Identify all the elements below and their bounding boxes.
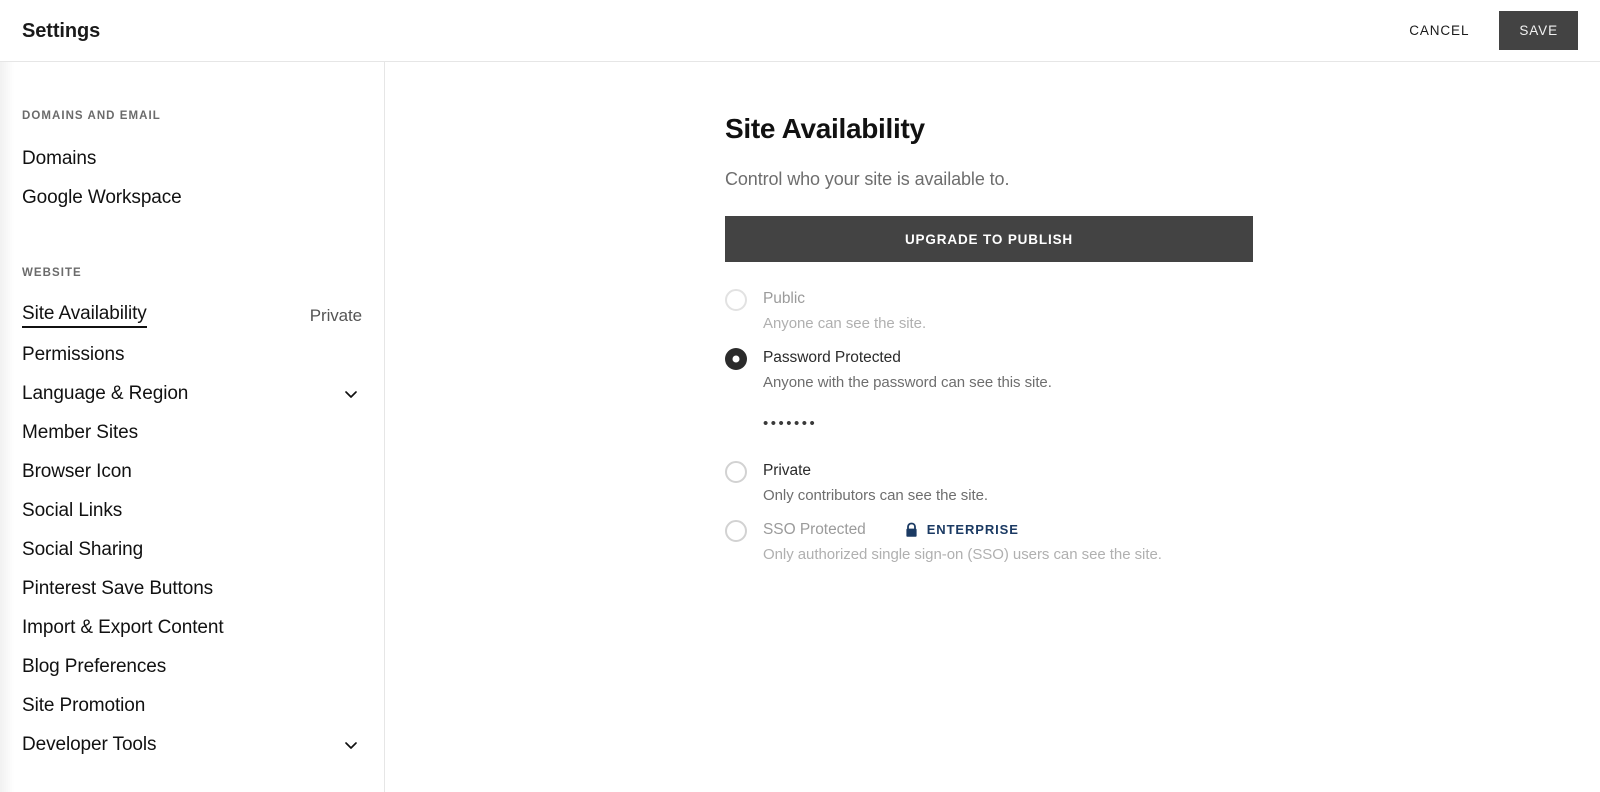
settings-sidebar: DOMAINS AND EMAIL Domains Google Workspa… (0, 62, 385, 792)
sidebar-item-label: Developer Tools (22, 734, 157, 755)
sidebar-item-domains[interactable]: Domains (0, 139, 384, 178)
option-password-protected-description: Anyone with the password can see this si… (763, 373, 1052, 391)
page-title: Settings (22, 19, 101, 42)
cancel-button[interactable]: CANCEL (1391, 13, 1487, 48)
option-public-label: Public (763, 290, 805, 308)
option-sso-protected-description: Only authorized single sign-on (SSO) use… (763, 545, 1162, 563)
sidebar-item-permissions[interactable]: Permissions (0, 335, 384, 374)
option-public-description: Anyone can see the site. (763, 315, 927, 333)
sidebar-item-label: Social Sharing (22, 539, 144, 560)
sidebar-item-developer-tools[interactable]: Developer Tools (0, 725, 384, 764)
sidebar-group-website: WEBSITE Site Availability Private Permis… (0, 267, 384, 764)
sidebar-item-site-promotion[interactable]: Site Promotion (0, 686, 384, 725)
option-sso-protected[interactable]: SSO Protected ENTERPRISE Only authorized… (725, 519, 1285, 567)
sidebar-item-language-and-region[interactable]: Language & Region (0, 374, 384, 413)
sidebar-item-label: Pinterest Save Buttons (22, 578, 214, 599)
option-public-label-line: Public (763, 288, 1285, 310)
sidebar-item-browser-icon[interactable]: Browser Icon (0, 452, 384, 491)
sidebar-item-label: Social Links (22, 500, 123, 521)
option-private-description: Only contributors can see the site. (763, 487, 989, 505)
option-password-protected-label: Password Protected (763, 348, 901, 366)
radio-public[interactable] (725, 289, 747, 312)
sidebar-item-blog-preferences[interactable]: Blog Preferences (0, 647, 384, 686)
chevron-down-icon[interactable] (340, 734, 362, 756)
lock-icon (904, 522, 919, 538)
password-field-block (725, 410, 1285, 439)
option-sso-protected-text: SSO Protected ENTERPRISE Only authorized… (763, 519, 1285, 567)
sidebar-group-label: DOMAINS AND EMAIL (22, 110, 161, 122)
option-sso-protected-label: SSO Protected (763, 520, 866, 538)
sidebar-item-value: Private (309, 305, 362, 325)
option-password-protected[interactable]: Password Protected Anyone with the passw… (725, 347, 1285, 395)
option-sso-protected-label-line: SSO Protected ENTERPRISE (763, 519, 1285, 541)
enterprise-badge-label: ENTERPRISE (926, 522, 1019, 538)
sidebar-item-label: Browser Icon (22, 461, 132, 482)
option-private-text: Private Only contributors can see the si… (763, 460, 1285, 508)
sidebar-item-label: Site Promotion (22, 695, 146, 716)
sidebar-item-label: Blog Preferences (22, 656, 167, 677)
panel-title: Site Availability (725, 113, 925, 144)
sidebar-item-label: Import & Export Content (22, 617, 224, 638)
page-body: DOMAINS AND EMAIL Domains Google Workspa… (0, 62, 1600, 792)
option-private-label-line: Private (763, 460, 1285, 482)
upgrade-to-publish-button[interactable]: UPGRADE TO PUBLISH (725, 216, 1253, 263)
sidebar-group-label: WEBSITE (22, 267, 82, 279)
sidebar-item-site-availability[interactable]: Site Availability Private (0, 296, 384, 335)
option-public-text: Public Anyone can see the site. (763, 288, 1285, 336)
sidebar-item-social-sharing[interactable]: Social Sharing (0, 530, 384, 569)
settings-main-panel: Site Availability Control who your site … (385, 62, 1600, 792)
sidebar-item-social-links[interactable]: Social Links (0, 491, 384, 530)
sidebar-item-import-and-export-content[interactable]: Import & Export Content (0, 608, 384, 647)
password-input[interactable] (763, 410, 1023, 439)
option-password-protected-label-line: Password Protected (763, 347, 1285, 369)
sidebar-item-label: Google Workspace (22, 187, 182, 208)
option-private[interactable]: Private Only contributors can see the si… (725, 460, 1285, 508)
option-private-label: Private (763, 462, 811, 480)
sidebar-item-label: Domains (22, 148, 97, 169)
radio-private[interactable] (725, 461, 747, 484)
sidebar-item-pinterest-save-buttons[interactable]: Pinterest Save Buttons (0, 569, 384, 608)
sidebar-group-domains-and-email: DOMAINS AND EMAIL Domains Google Workspa… (0, 110, 384, 217)
radio-password-protected[interactable] (725, 347, 747, 370)
sidebar-item-label: Language & Region (22, 383, 189, 404)
settings-page: Settings CANCEL SAVE DOMAINS AND EMAIL D… (0, 0, 1600, 792)
sidebar-item-label: Member Sites (22, 422, 139, 443)
enterprise-badge: ENTERPRISE (904, 522, 1019, 538)
panel-subtitle: Control who your site is available to. (725, 168, 1010, 189)
sidebar-item-label: Site Availability (22, 304, 147, 328)
radio-sso-protected[interactable] (725, 519, 747, 542)
save-button[interactable]: SAVE (1499, 10, 1578, 51)
sidebar-item-member-sites[interactable]: Member Sites (0, 413, 384, 452)
sidebar-item-label: Permissions (22, 344, 125, 365)
option-public[interactable]: Public Anyone can see the site. (725, 288, 1285, 336)
option-password-protected-text: Password Protected Anyone with the passw… (763, 347, 1285, 395)
header-actions: CANCEL SAVE (1391, 10, 1578, 51)
site-availability-panel: Site Availability Control who your site … (725, 113, 1285, 566)
availability-options: Public Anyone can see the site. Password… (725, 288, 1285, 566)
page-header: Settings CANCEL SAVE (0, 0, 1600, 62)
chevron-down-icon[interactable] (340, 383, 362, 405)
sidebar-item-google-workspace[interactable]: Google Workspace (0, 178, 384, 217)
